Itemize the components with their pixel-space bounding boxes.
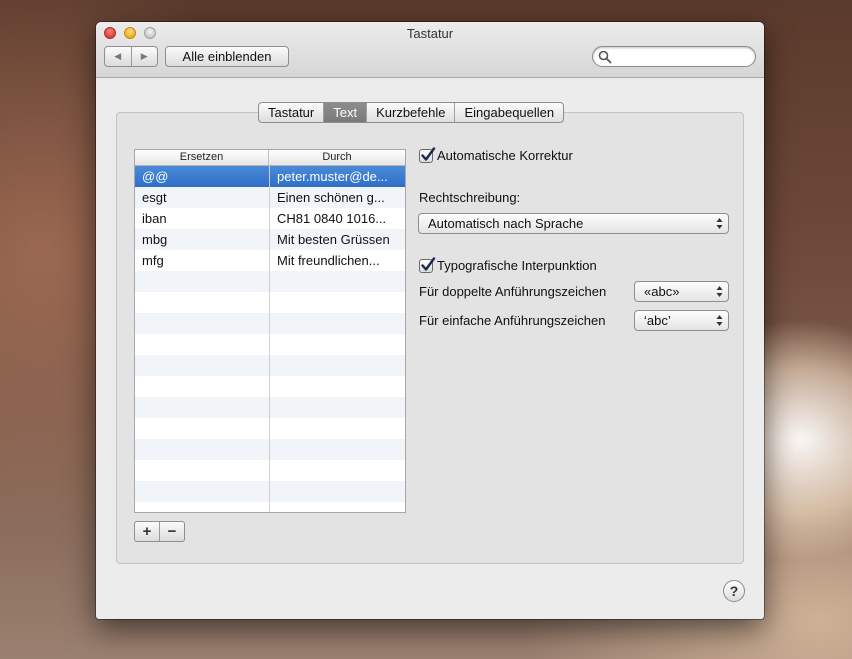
text-replacement-table: Ersetzen Durch @@ peter.muster@de... esg…: [134, 149, 406, 513]
double-quotes-label: Für doppelte Anführungszeichen: [419, 284, 607, 299]
empty-row: [135, 439, 405, 460]
checkmark-icon: [421, 256, 436, 271]
tab-bar: Tastatur Text Kurzbefehle Eingabequellen: [258, 102, 565, 123]
with-cell: Einen schönen g...: [277, 190, 385, 205]
table-rows: @@ peter.muster@de... esgt Einen schönen…: [135, 166, 405, 512]
popup-arrows-icon: [716, 315, 723, 326]
add-button[interactable]: +: [135, 522, 160, 541]
empty-row: [135, 355, 405, 376]
empty-row: [135, 397, 405, 418]
double-quotes-value: «abc»: [644, 284, 680, 299]
empty-row: [135, 460, 405, 481]
forward-button[interactable]: ▶: [132, 47, 158, 66]
window-title: Tastatur: [406, 26, 454, 41]
single-quotes-label: Für einfache Anführungszeichen: [419, 313, 606, 328]
column-divider: [269, 166, 270, 512]
replace-cell: @@: [142, 169, 169, 184]
titlebar: Tastatur ◀ ▶ Alle einblenden: [96, 22, 764, 78]
popup-arrows-icon: [716, 218, 723, 229]
typographic-punctuation-checkbox-box[interactable]: [419, 256, 436, 273]
table-row[interactable]: esgt Einen schönen g...: [135, 187, 405, 208]
tab-kurzbefehle[interactable]: Kurzbefehle: [367, 103, 456, 122]
tab-eingabequellen[interactable]: Eingabequellen: [455, 103, 563, 122]
table-row[interactable]: mfg Mit freundlichen...: [135, 250, 405, 271]
table-row[interactable]: iban CH81 0840 1016...: [135, 208, 405, 229]
checkmark-icon: [421, 146, 436, 161]
show-all-button[interactable]: Alle einblenden: [165, 46, 289, 67]
remove-button[interactable]: −: [160, 522, 184, 541]
back-button[interactable]: ◀: [105, 47, 132, 66]
empty-row: [135, 418, 405, 439]
column-header-with[interactable]: Durch: [269, 150, 405, 165]
help-button[interactable]: ?: [723, 580, 745, 602]
typographic-punctuation-label: Typografische Interpunktion: [437, 258, 597, 273]
single-quotes-popup[interactable]: ‘abc’: [634, 310, 729, 331]
replace-cell: mfg: [142, 253, 164, 268]
table-header: Ersetzen Durch: [135, 150, 405, 166]
typographic-punctuation-checkbox[interactable]: Typografische Interpunktion: [419, 256, 597, 273]
search-field[interactable]: [592, 46, 756, 67]
popup-arrows-icon: [716, 286, 723, 297]
autocorrect-checkbox-box[interactable]: [419, 146, 436, 163]
search-icon: [598, 50, 612, 64]
empty-row: [135, 292, 405, 313]
single-quotes-value: ‘abc’: [644, 313, 671, 328]
spelling-label: Rechtschreibung:: [419, 190, 521, 205]
empty-row: [135, 481, 405, 502]
back-forward-control: ◀ ▶: [104, 46, 158, 67]
with-cell: peter.muster@de...: [277, 169, 388, 184]
spelling-value: Automatisch nach Sprache: [428, 216, 584, 231]
autocorrect-checkbox[interactable]: Automatische Korrektur: [419, 146, 573, 163]
spelling-popup[interactable]: Automatisch nach Sprache: [418, 213, 729, 234]
with-cell: Mit freundlichen...: [277, 253, 380, 268]
replace-cell: esgt: [142, 190, 167, 205]
replace-cell: iban: [142, 211, 167, 226]
preferences-window: Tastatur ◀ ▶ Alle einblenden Tastatur Te…: [96, 22, 764, 619]
tab-tastatur[interactable]: Tastatur: [259, 103, 325, 122]
table-row[interactable]: mbg Mit besten Grüssen: [135, 229, 405, 250]
replace-cell: mbg: [142, 232, 168, 247]
double-quotes-popup[interactable]: «abc»: [634, 281, 729, 302]
search-input[interactable]: [613, 48, 749, 65]
empty-row: [135, 334, 405, 355]
table-row[interactable]: @@ peter.muster@de...: [135, 166, 405, 187]
empty-row: [135, 271, 405, 292]
add-remove-control: + −: [134, 521, 185, 542]
column-header-replace[interactable]: Ersetzen: [135, 150, 269, 165]
autocorrect-label: Automatische Korrektur: [437, 148, 573, 163]
empty-row: [135, 376, 405, 397]
with-cell: Mit besten Grüssen: [277, 232, 390, 247]
empty-row: [135, 313, 405, 334]
with-cell: CH81 0840 1016...: [277, 211, 387, 226]
tab-text[interactable]: Text: [324, 103, 368, 122]
empty-row: [135, 502, 405, 512]
